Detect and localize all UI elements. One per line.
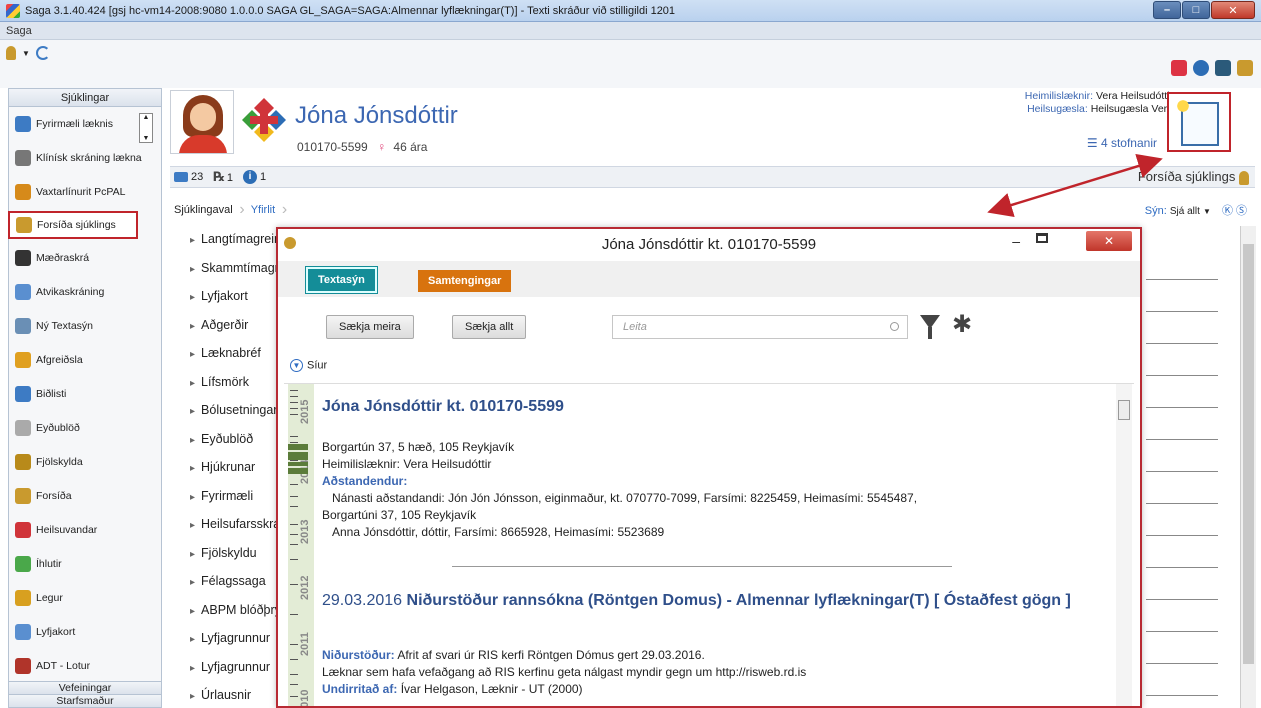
results-line: Niðurstöður: Afrit af svari úr RIS kerfi…	[322, 648, 705, 662]
document-heading: Jóna Jónsdóttir kt. 010170-5599	[322, 398, 564, 415]
signed-line: Undirritað af: Ívar Helgason, Læknir - U…	[322, 682, 583, 696]
popup-titlebar: Jóna Jónsdóttir kt. 010170-5599 – ✕	[278, 229, 1140, 259]
entry-heading: 29.03.2016 Niðurstöður rannsókna (Röntge…	[322, 592, 1071, 609]
popup-tabs: Textasýn Samtengingar	[278, 261, 1140, 297]
popup-scrollbar[interactable]	[1116, 384, 1132, 706]
document-text: Jóna Jónsdóttir kt. 010170-5599 Borgartú…	[322, 384, 1110, 706]
filter-icon[interactable]	[920, 315, 940, 339]
popup-title: Jóna Jónsdóttir kt. 010170-5599	[601, 236, 817, 253]
gear-icon[interactable]: ✱	[952, 313, 972, 337]
textview-popup: Jóna Jónsdóttir kt. 010170-5599 – ✕ Text…	[276, 227, 1142, 708]
fetch-all-button[interactable]: Sækja allt	[452, 315, 527, 339]
timeline-year[interactable]: 2011	[299, 632, 311, 656]
timeline-year[interactable]: 2012	[299, 576, 311, 600]
fetch-more-button[interactable]: Sækja meira	[326, 315, 414, 339]
filters-toggle[interactable]: ▼ Síur	[290, 359, 327, 372]
address: Borgartún 37, 5 hæð, 105 Reykjavík	[322, 440, 515, 454]
timeline-year[interactable]: 2015	[299, 400, 311, 424]
popup-maximize-button[interactable]	[1036, 233, 1048, 243]
tab-samtengingar[interactable]: Samtengingar	[418, 270, 512, 292]
expand-filters-icon: ▼	[290, 359, 303, 372]
gp-line: Heimilislæknir: Vera Heilsudóttir	[322, 457, 492, 471]
search-input[interactable]: Leita	[612, 315, 908, 339]
entry-separator	[452, 566, 952, 567]
tab-textasyn[interactable]: Textasýn	[305, 266, 378, 294]
popup-document-area: 201520142013201220112010 Jóna Jónsdóttir…	[284, 383, 1134, 706]
timeline-year[interactable]: 2010	[299, 690, 311, 706]
timeline-year[interactable]: 2013	[299, 520, 311, 544]
relatives-label: Aðstandendur:	[322, 474, 408, 488]
popup-toolbar: Sækja meira Sækja allt Leita ✱	[278, 301, 1140, 351]
results-line-2: Læknar sem hafa vefaðgang að RIS kerfinu…	[322, 665, 807, 679]
relative-1a: Nánasti aðstandandi: Jón Jón Jónsson, ei…	[332, 491, 918, 505]
timeline-strip[interactable]: 201520142013201220112010	[288, 384, 314, 706]
popup-close-button[interactable]: ✕	[1086, 231, 1132, 251]
popup-minimize-button[interactable]: –	[1012, 233, 1020, 249]
relative-2: Anna Jónsdóttir, dóttir, Farsími: 866592…	[332, 525, 665, 539]
relative-1b: Borgartúni 37, 105 Reykjavík	[322, 508, 477, 522]
clear-search-icon[interactable]	[890, 322, 899, 331]
